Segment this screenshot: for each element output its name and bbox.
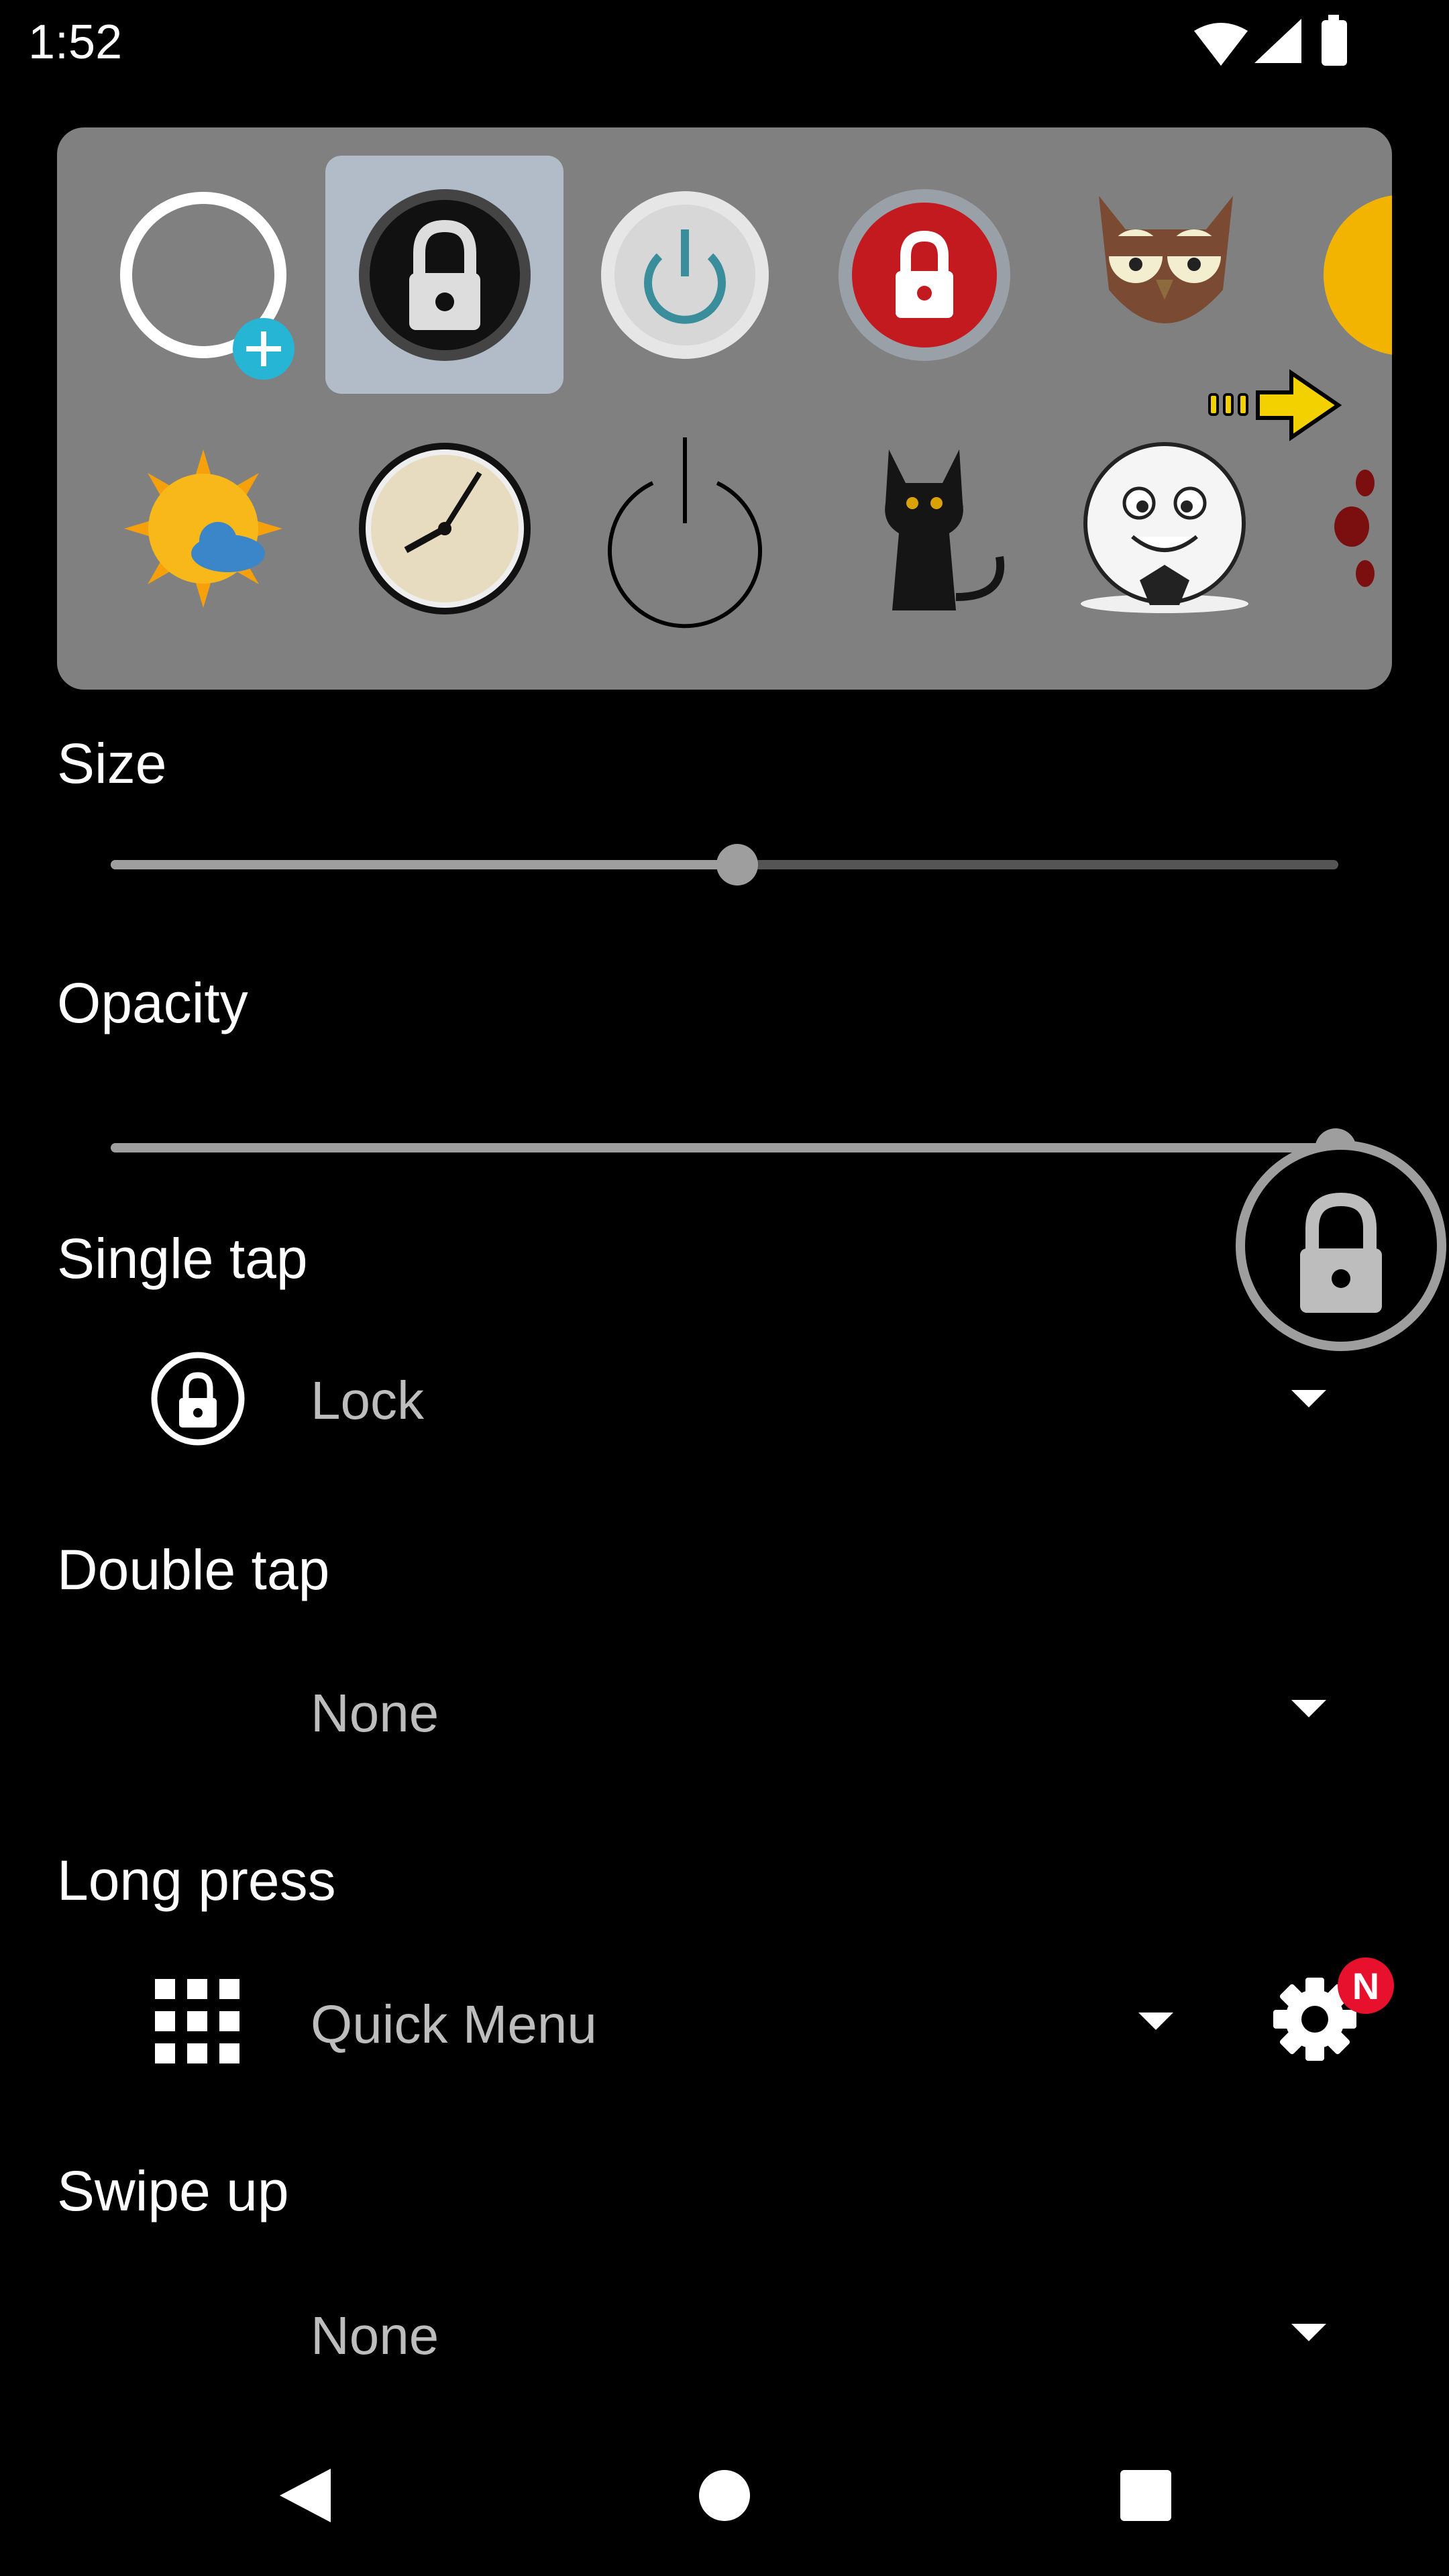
- quick-menu-settings-button[interactable]: N: [1268, 1952, 1402, 2086]
- swipe-up-label: Swipe up: [57, 2159, 289, 2222]
- swipe-up-value: None: [311, 2306, 439, 2365]
- lock-circle-icon: [151, 1352, 245, 1446]
- chevron-down-icon: [1138, 2012, 1173, 2030]
- chevron-down-icon: [1291, 1700, 1326, 1717]
- single-tap-value: Lock: [311, 1371, 424, 1430]
- long-press-dropdown[interactable]: Quick Menu: [57, 1952, 1197, 2086]
- lock-red-icon[interactable]: [805, 156, 1043, 394]
- soccer-ball-icon[interactable]: [1045, 409, 1283, 647]
- cat-icon[interactable]: [805, 409, 1043, 647]
- opacity-slider-track[interactable]: [111, 1143, 1338, 1152]
- floating-lock-preview-icon[interactable]: [1233, 1138, 1449, 1354]
- double-tap-value: None: [311, 1683, 439, 1743]
- status-time: 1:52: [28, 15, 123, 69]
- grid-menu-icon: [155, 1979, 239, 2063]
- navigation-bar: [0, 2415, 1449, 2576]
- size-slider-thumb[interactable]: [716, 844, 758, 885]
- partial-icon[interactable]: [1285, 409, 1392, 647]
- size-label: Size: [57, 732, 167, 795]
- clock-icon[interactable]: [325, 409, 564, 647]
- single-tap-dropdown[interactable]: Lock: [57, 1328, 1365, 1462]
- status-bar: 1:52: [0, 0, 1449, 87]
- double-tap-label: Double tap: [57, 1538, 330, 1601]
- emoji-partial-icon[interactable]: [1285, 156, 1392, 394]
- long-press-value: Quick Menu: [311, 1994, 597, 2054]
- opacity-label: Opacity: [57, 971, 248, 1034]
- recents-icon[interactable]: [1112, 2462, 1179, 2529]
- chevron-down-icon: [1291, 2324, 1326, 2341]
- long-press-label: Long press: [57, 1849, 336, 1912]
- battery-icon: [1322, 15, 1347, 66]
- power-silver-icon[interactable]: [566, 156, 804, 394]
- home-icon[interactable]: [691, 2462, 758, 2529]
- signal-icon: [1254, 19, 1301, 63]
- power-outline-icon[interactable]: [566, 409, 804, 647]
- lock-black-icon[interactable]: [325, 156, 564, 394]
- single-tap-label: Single tap: [57, 1227, 308, 1290]
- size-slider-fill: [111, 860, 738, 869]
- owl-icon[interactable]: [1045, 156, 1283, 394]
- icon-picker-panel: [57, 127, 1392, 690]
- swipe-up-dropdown[interactable]: None: [57, 2267, 1365, 2402]
- new-badge: N: [1338, 1957, 1394, 2014]
- add-custom-icon[interactable]: [84, 156, 322, 394]
- back-icon[interactable]: [272, 2462, 339, 2529]
- sun-cloud-icon[interactable]: [84, 409, 322, 647]
- double-tap-dropdown[interactable]: None: [57, 1644, 1365, 1778]
- chevron-down-icon: [1291, 1390, 1326, 1407]
